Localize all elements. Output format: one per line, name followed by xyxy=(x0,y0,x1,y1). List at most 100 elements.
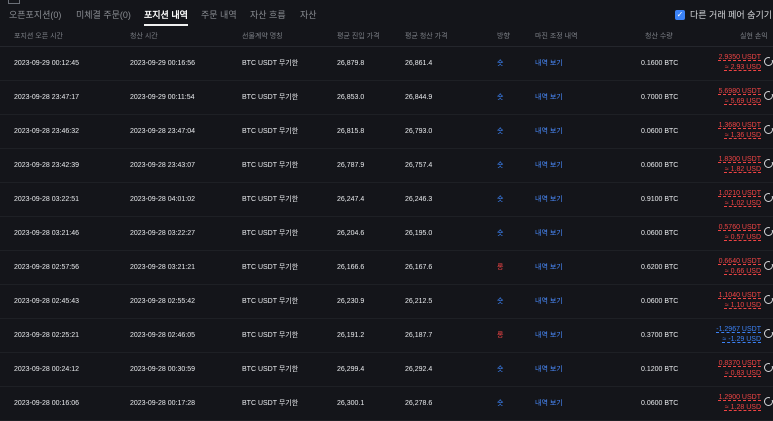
col-close-time: 청산 시간 xyxy=(130,33,158,40)
pnl-usd: ≈ 2.93 USD xyxy=(724,64,761,71)
realized-pnl[interactable]: 1.8300 USDT ≈ 1.82 USD xyxy=(701,155,761,175)
close-time: 2023-09-28 00:30:59 xyxy=(130,366,195,373)
contract-name: BTC USDT 무기한 xyxy=(242,366,299,373)
table-row: 2023-09-28 02:25:21 2023-09-28 02:46:05 … xyxy=(0,319,773,353)
avg-exit-price: 26,246.3 xyxy=(405,196,433,203)
realized-pnl[interactable]: 5.6980 USDT ≈ 5.69 USD xyxy=(701,87,761,107)
pnl-usdt: 0.6640 USDT xyxy=(718,258,761,265)
share-icon[interactable] xyxy=(764,226,773,236)
view-margin-history-link[interactable]: 내역 보기 xyxy=(535,387,563,420)
view-margin-history-link[interactable]: 내역 보기 xyxy=(535,183,563,216)
contract-name: BTC USDT 무기한 xyxy=(242,196,299,203)
pnl-usdt: 1.8300 USDT xyxy=(718,156,761,163)
avg-entry-price: 26,787.9 xyxy=(337,162,365,169)
table-row: 2023-09-28 00:24:12 2023-09-28 00:30:59 … xyxy=(0,353,773,387)
pnl-usdt: 1.1040 USDT xyxy=(718,292,761,299)
close-qty: 0.9100 BTC xyxy=(641,196,679,203)
realized-pnl[interactable]: 2.9350 USDT ≈ 2.93 USD xyxy=(701,53,761,73)
avg-entry-price: 26,230.9 xyxy=(337,298,365,305)
avg-exit-price: 26,292.4 xyxy=(405,366,433,373)
view-margin-history-link[interactable]: 내역 보기 xyxy=(535,115,563,148)
share-icon[interactable] xyxy=(764,328,773,338)
pnl-usdt: 1.0210 USDT xyxy=(718,190,761,197)
open-time: 2023-09-28 03:22:51 xyxy=(14,196,79,203)
realized-pnl[interactable]: 1.2900 USDT ≈ 1.28 USD xyxy=(701,393,761,413)
share-icon[interactable] xyxy=(764,362,773,372)
close-qty: 0.1200 BTC xyxy=(641,366,679,373)
table-row: 2023-09-28 23:42:39 2023-09-28 23:43:07 … xyxy=(0,149,773,183)
view-margin-history-link[interactable]: 내역 보기 xyxy=(535,251,563,284)
hide-other-pairs-toggle[interactable]: ✓ 다른 거래 페어 숨기기 xyxy=(675,4,772,26)
share-icon[interactable] xyxy=(764,294,773,304)
close-qty: 0.0600 BTC xyxy=(641,230,679,237)
view-margin-history-link[interactable]: 내역 보기 xyxy=(535,353,563,386)
realized-pnl[interactable]: 1.0210 USDT ≈ 1.02 USD xyxy=(701,189,761,209)
share-icon[interactable] xyxy=(764,396,773,406)
tab-bar: 오픈포지션(0) 미체결 주문(0) 포지션 내역 주문 내역 자산 흐름 자산 xyxy=(0,4,773,26)
share-icon[interactable] xyxy=(764,158,773,168)
share-icon[interactable] xyxy=(764,260,773,270)
side: 숏 xyxy=(497,196,504,203)
view-margin-history-link[interactable]: 내역 보기 xyxy=(535,149,563,182)
table-row: 2023-09-28 23:46:32 2023-09-28 23:47:04 … xyxy=(0,115,773,149)
share-icon[interactable] xyxy=(764,56,773,66)
close-time: 2023-09-28 03:21:21 xyxy=(130,264,195,271)
close-time: 2023-09-28 02:46:05 xyxy=(130,332,195,339)
pnl-usdt: -1.2967 USDT xyxy=(716,326,761,333)
table-row: 2023-09-28 23:47:17 2023-09-29 00:11:54 … xyxy=(0,81,773,115)
close-time: 2023-09-28 02:55:42 xyxy=(130,298,195,305)
pnl-usdt: 5.6980 USDT xyxy=(718,88,761,95)
close-time: 2023-09-28 23:43:07 xyxy=(130,162,195,169)
side: 롱 xyxy=(497,264,504,271)
contract-name: BTC USDT 무기한 xyxy=(242,264,299,271)
avg-exit-price: 26,167.6 xyxy=(405,264,433,271)
view-margin-history-link[interactable]: 내역 보기 xyxy=(535,217,563,250)
tab-open-orders[interactable]: 미체결 주문(0) xyxy=(76,4,131,26)
open-time: 2023-09-28 03:21:46 xyxy=(14,230,79,237)
col-open-time: 포지션 오픈 시간 xyxy=(14,33,63,40)
contract-name: BTC USDT 무기한 xyxy=(242,128,299,135)
close-time: 2023-09-29 00:16:56 xyxy=(130,60,195,67)
avg-entry-price: 26,853.0 xyxy=(337,94,365,101)
col-margin-history: 마진 조정 내역 xyxy=(535,33,578,40)
col-avg-entry: 평균 진입 가격 xyxy=(337,33,380,40)
side: 숏 xyxy=(497,366,504,373)
view-margin-history-link[interactable]: 내역 보기 xyxy=(535,285,563,318)
view-margin-history-link[interactable]: 내역 보기 xyxy=(535,47,563,80)
share-icon[interactable] xyxy=(764,192,773,202)
open-time: 2023-09-28 23:42:39 xyxy=(14,162,79,169)
tab-asset-flow[interactable]: 자산 흐름 xyxy=(250,4,286,26)
contract-name: BTC USDT 무기한 xyxy=(242,230,299,237)
avg-exit-price: 26,187.7 xyxy=(405,332,433,339)
contract-name: BTC USDT 무기한 xyxy=(242,400,299,407)
close-qty: 0.0600 BTC xyxy=(641,128,679,135)
checkbox-checked-icon[interactable]: ✓ xyxy=(675,9,685,20)
table-row: 2023-09-28 03:21:46 2023-09-28 03:22:27 … xyxy=(0,217,773,251)
share-icon[interactable] xyxy=(764,90,773,100)
avg-entry-price: 26,815.8 xyxy=(337,128,365,135)
pnl-usd: ≈ 0.57 USD xyxy=(724,234,761,241)
tab-open-positions[interactable]: 오픈포지션(0) xyxy=(9,4,61,26)
tab-order-history[interactable]: 주문 내역 xyxy=(201,4,237,26)
close-qty: 0.0600 BTC xyxy=(641,400,679,407)
side: 숏 xyxy=(497,400,504,407)
side: 숏 xyxy=(497,128,504,135)
pnl-usd: ≈ 1.82 USD xyxy=(724,166,761,173)
contract-name: BTC USDT 무기한 xyxy=(242,60,299,67)
realized-pnl[interactable]: 0.8370 USDT ≈ 0.83 USD xyxy=(701,359,761,379)
share-icon[interactable] xyxy=(764,124,773,134)
realized-pnl[interactable]: 0.6640 USDT ≈ 0.66 USD xyxy=(701,257,761,277)
open-time: 2023-09-28 00:16:06 xyxy=(14,400,79,407)
close-qty: 0.6200 BTC xyxy=(641,264,679,271)
realized-pnl[interactable]: -1.2967 USDT ≈ -1.29 USD xyxy=(701,325,761,345)
open-time: 2023-09-28 23:47:17 xyxy=(14,94,79,101)
tab-position-history[interactable]: 포지션 내역 xyxy=(144,4,188,26)
tab-assets[interactable]: 자산 xyxy=(300,4,317,26)
col-avg-exit: 평균 청산 가격 xyxy=(405,33,448,40)
view-margin-history-link[interactable]: 내역 보기 xyxy=(535,319,563,352)
realized-pnl[interactable]: 1.3680 USDT ≈ 1.36 USD xyxy=(701,121,761,141)
view-margin-history-link[interactable]: 내역 보기 xyxy=(535,81,563,114)
realized-pnl[interactable]: 1.1040 USDT ≈ 1.10 USD xyxy=(701,291,761,311)
realized-pnl[interactable]: 0.5760 USDT ≈ 0.57 USD xyxy=(701,223,761,243)
pnl-usd: ≈ 1.02 USD xyxy=(724,200,761,207)
